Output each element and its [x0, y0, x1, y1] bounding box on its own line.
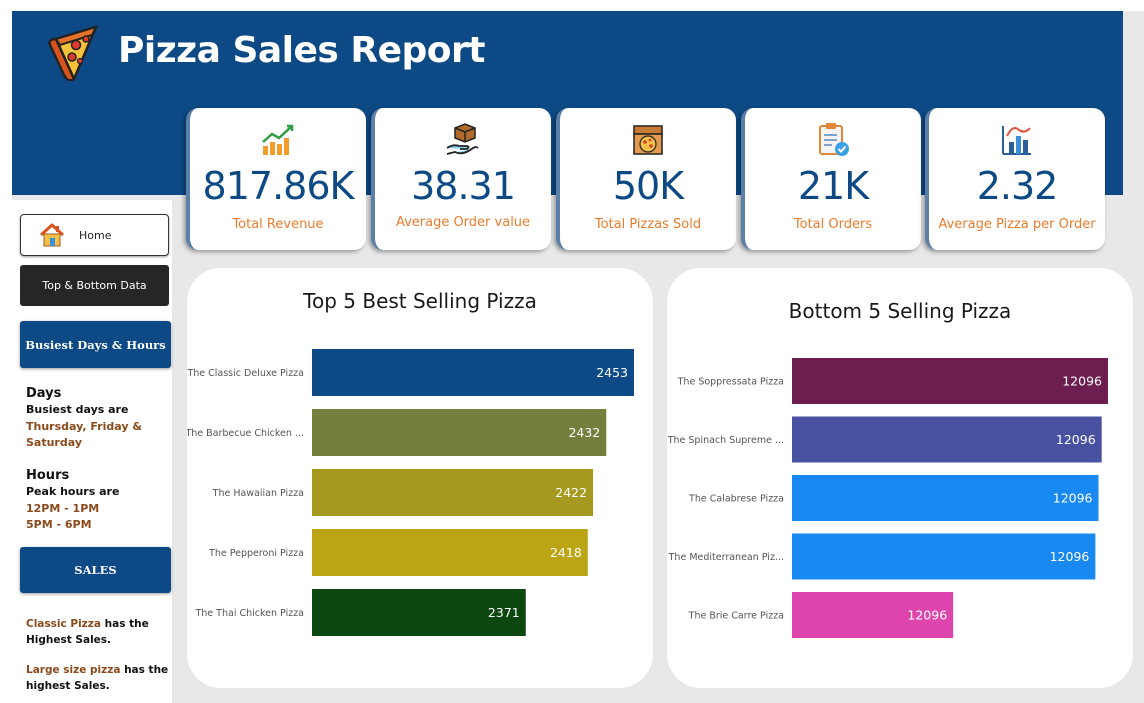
bar [312, 349, 634, 396]
category-label: The Spinach Supreme ... [667, 435, 784, 446]
category-label: The Barbecue Chicken ... [187, 428, 304, 439]
bar [312, 469, 594, 516]
bottom-5-bar-chart: The Soppressata Pizza 12096 The Spinach Su… [667, 358, 1108, 638]
kpi-label: Total Pizzas Sold [594, 217, 702, 232]
kpi-label: Total Revenue [232, 217, 324, 232]
data-label: 2371 [488, 605, 520, 620]
bar [312, 529, 588, 576]
category-label: The Pepperoni Pizza [208, 548, 304, 559]
sales-insight-2-line2: highest Sales. [26, 679, 110, 692]
home-icon [39, 223, 65, 247]
kpi-value: 50K [612, 164, 684, 208]
kpi-card-total-orders: 21K Total Orders [741, 108, 921, 250]
kpi-value: 21K [797, 164, 869, 208]
page-title: Pizza Sales Report [118, 30, 486, 71]
data-label: 12096 [1050, 549, 1090, 564]
hours-heading: Hours [26, 468, 70, 483]
category-label: The Soppressata Pizza [677, 377, 784, 388]
top-bottom-data-button[interactable]: Top & Bottom Data [20, 265, 169, 306]
sales-insight-2: Large size pizza has the highest Sales. [26, 663, 168, 694]
bar [312, 409, 607, 456]
home-button[interactable]: Home [20, 214, 169, 256]
sales-insight-2-rest: has the [120, 664, 169, 676]
data-label: 2453 [596, 365, 628, 380]
kpi-value: 817.86K [202, 164, 355, 208]
hours-line: Peak hours are [26, 485, 120, 498]
kpi-label: Average Order value [395, 215, 531, 230]
data-label: 12096 [907, 608, 947, 623]
delivery-box-icon [446, 123, 479, 155]
data-label: 12096 [1062, 374, 1102, 389]
data-label: 2422 [555, 485, 587, 500]
kpi-card-average-pizza-per-order: 2.32 Average Pizza per Order [925, 108, 1105, 250]
pizza-box-icon [633, 125, 663, 155]
data-label: 12096 [1053, 491, 1093, 506]
sales-insight-1-line2: Highest Sales. [26, 633, 112, 646]
data-label: 12096 [1056, 432, 1096, 447]
category-label: The Thai Chicken Pizza [194, 608, 304, 619]
top-5-bar-chart: The Classic Deluxe Pizza 2453 The Barbecue… [187, 349, 634, 636]
sales-insight-1-accent: Classic Pizza [26, 618, 101, 630]
busiest-days-hours-button[interactable]: Busiest Days & Hours [20, 321, 171, 368]
order-clipboard-icon [819, 123, 849, 156]
data-label: 2418 [550, 545, 582, 560]
category-label: The Calabrese Pizza [688, 494, 784, 505]
category-label: The Classic Deluxe Pizza [187, 368, 304, 379]
kpi-card-average-order-value: 38.31 Average Order value [371, 108, 551, 250]
hours-value-2: 5PM - 6PM [26, 518, 92, 531]
hours-insight: Hours Peak hours are 12PM - 1PM 5PM - 6P… [26, 468, 119, 534]
kpi-card-total-revenue: 817.86K Total Revenue [186, 108, 366, 250]
category-label: The Hawaiian Pizza [212, 488, 304, 499]
pizza-slice-icon [48, 25, 98, 81]
top-5-chart-card: Top 5 Best Selling Pizza The Classic Del… [187, 268, 653, 688]
days-heading: Days [26, 386, 62, 401]
bar-chart-icon [1002, 126, 1031, 155]
days-insight: Days Busiest days are Thursday, Friday &… [26, 386, 151, 452]
days-value: Thursday, Friday & Saturday [26, 419, 142, 450]
category-label: The Brie Carre Pizza [688, 611, 784, 622]
revenue-growth-icon [262, 124, 294, 155]
category-label: The Mediterranean Piz... [668, 552, 784, 563]
data-label: 2432 [568, 425, 600, 440]
hours-value-1: 12PM - 1PM [26, 501, 100, 515]
kpi-label: Average Pizza per Order [938, 217, 1096, 232]
bar [792, 358, 1108, 404]
kpi-value: 2.32 [976, 164, 1059, 208]
kpi-label: Total Orders [793, 217, 873, 232]
home-button-label: Home [79, 228, 112, 242]
bottom-5-chart-card: Bottom 5 Selling Pizza The Soppressata P… [667, 268, 1133, 688]
sales-insight-2-accent: Large size pizza [26, 664, 121, 676]
kpi-value: 38.31 [411, 164, 516, 208]
days-line: Busiest days are [26, 403, 129, 416]
sales-insight-1: Classic Pizza has the Highest Sales. [26, 617, 149, 648]
sales-insight-1-rest: has the [100, 618, 149, 630]
kpi-card-total-pizzas-sold: 50K Total Pizzas Sold [556, 108, 736, 250]
sales-button[interactable]: SALES [20, 547, 171, 593]
